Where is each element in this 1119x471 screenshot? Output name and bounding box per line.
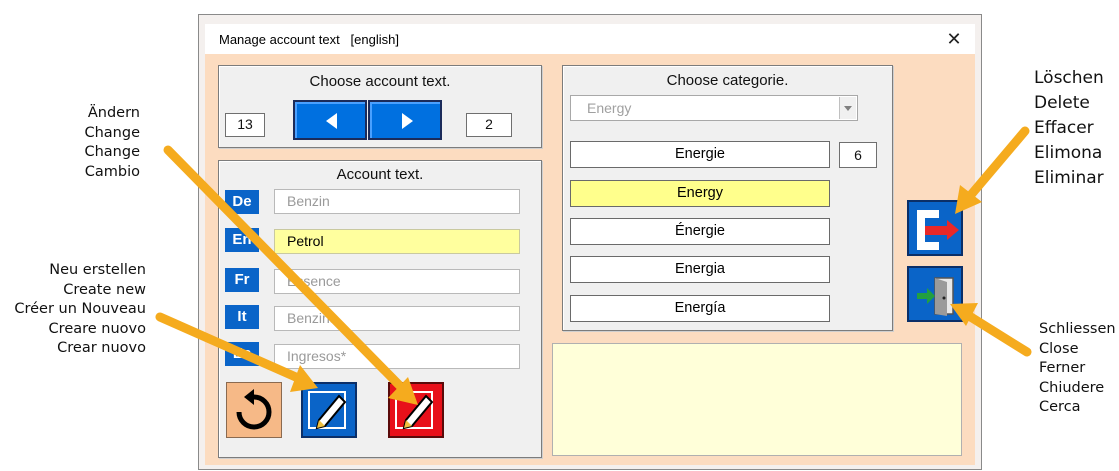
account-index-left: 13 (225, 113, 265, 137)
account-index-right: 2 (466, 113, 512, 137)
reset-button[interactable] (226, 382, 282, 438)
right-arrow-icon (402, 113, 413, 129)
category-item-it[interactable]: Energia (570, 256, 830, 283)
exit-door-icon (917, 277, 954, 316)
lang-label-fr: Fr (225, 268, 259, 292)
lang-label-en: En (225, 228, 259, 252)
account-text-de-field[interactable]: Benzin (274, 189, 520, 214)
prev-account-button[interactable] (293, 100, 367, 140)
lang-label-it: It (225, 305, 259, 329)
delete-annotation: Löschen Delete Effacer Elimona Eliminar (1034, 68, 1104, 188)
category-item-es[interactable]: Energía (570, 295, 830, 322)
category-dropdown[interactable]: Energy (570, 95, 858, 121)
delete-button[interactable] (907, 200, 963, 256)
account-text-es-field[interactable]: Ingresos* (274, 344, 520, 369)
close-button[interactable] (907, 266, 963, 322)
change-annotation: Ändern Change Change Cambio (84, 105, 140, 180)
next-account-button[interactable] (368, 100, 442, 140)
new-annotation: Neu erstellen Create new Créer un Nouvea… (14, 262, 146, 356)
lang-label-es: Es (225, 342, 259, 366)
refresh-icon (236, 389, 272, 430)
account-group-title: Choose account text. (309, 73, 451, 90)
title-bar: Manage account text [english] ✕ (205, 24, 975, 54)
message-panel (552, 343, 962, 456)
pencil-icon (308, 391, 347, 430)
change-button[interactable] (388, 382, 444, 438)
category-item-de[interactable]: Energie (570, 141, 830, 168)
lang-label-de: De (225, 190, 259, 214)
chevron-down-icon[interactable] (839, 97, 856, 119)
pencil-icon (395, 391, 434, 430)
account-text-title: Account text. (336, 166, 424, 183)
close-annotation: Schliessen Close Ferner Chiudere Cerca (1039, 321, 1116, 415)
delete-icon (917, 210, 959, 250)
category-group-title: Choose categorie. (666, 72, 789, 89)
account-text-fr-field[interactable]: Essence (274, 269, 520, 294)
category-item-en[interactable]: Energy (570, 180, 830, 207)
left-arrow-icon (326, 113, 337, 129)
category-dropdown-value: Energy (587, 100, 632, 116)
new-button[interactable] (301, 382, 357, 438)
close-icon[interactable]: ✕ (941, 27, 967, 51)
window-title: Manage account text [english] (219, 32, 399, 47)
category-item-fr[interactable]: Énergie (570, 218, 830, 245)
account-text-it-field[interactable]: Benzina (274, 306, 520, 331)
category-count: 6 (839, 142, 877, 168)
account-text-en-field[interactable]: Petrol (274, 229, 520, 254)
